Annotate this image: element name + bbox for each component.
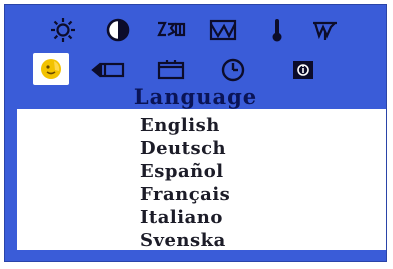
color-temperature-icon[interactable] bbox=[259, 15, 295, 45]
menu-title: Language bbox=[133, 84, 258, 109]
degauss-icon[interactable] bbox=[307, 15, 343, 45]
information-icon[interactable] bbox=[285, 55, 321, 85]
language-option-italiano[interactable]: Italiano bbox=[140, 206, 230, 229]
language-option-deutsch[interactable]: Deutsch bbox=[140, 137, 230, 160]
waveform-icon[interactable] bbox=[205, 15, 241, 45]
language-list-panel: English Deutsch Español Français Italian… bbox=[17, 109, 386, 252]
language-face-icon[interactable] bbox=[33, 53, 69, 85]
language-options: English Deutsch Español Français Italian… bbox=[140, 114, 230, 252]
brightness-icon[interactable] bbox=[45, 15, 81, 45]
language-option-francais[interactable]: Français bbox=[140, 183, 230, 206]
language-option-svenska[interactable]: Svenska bbox=[140, 229, 230, 252]
language-option-espanol[interactable]: Español bbox=[140, 160, 230, 183]
input-signal-icon[interactable] bbox=[90, 55, 126, 85]
geometry-icon[interactable] bbox=[153, 15, 189, 45]
language-option-english[interactable]: English bbox=[140, 114, 230, 137]
osd-menu: Language English Deutsch Español Françai… bbox=[4, 4, 387, 262]
icon-row-top bbox=[5, 15, 386, 49]
contrast-icon[interactable] bbox=[100, 15, 136, 45]
clock-icon[interactable] bbox=[215, 55, 251, 85]
screen-position-icon[interactable] bbox=[153, 55, 189, 85]
